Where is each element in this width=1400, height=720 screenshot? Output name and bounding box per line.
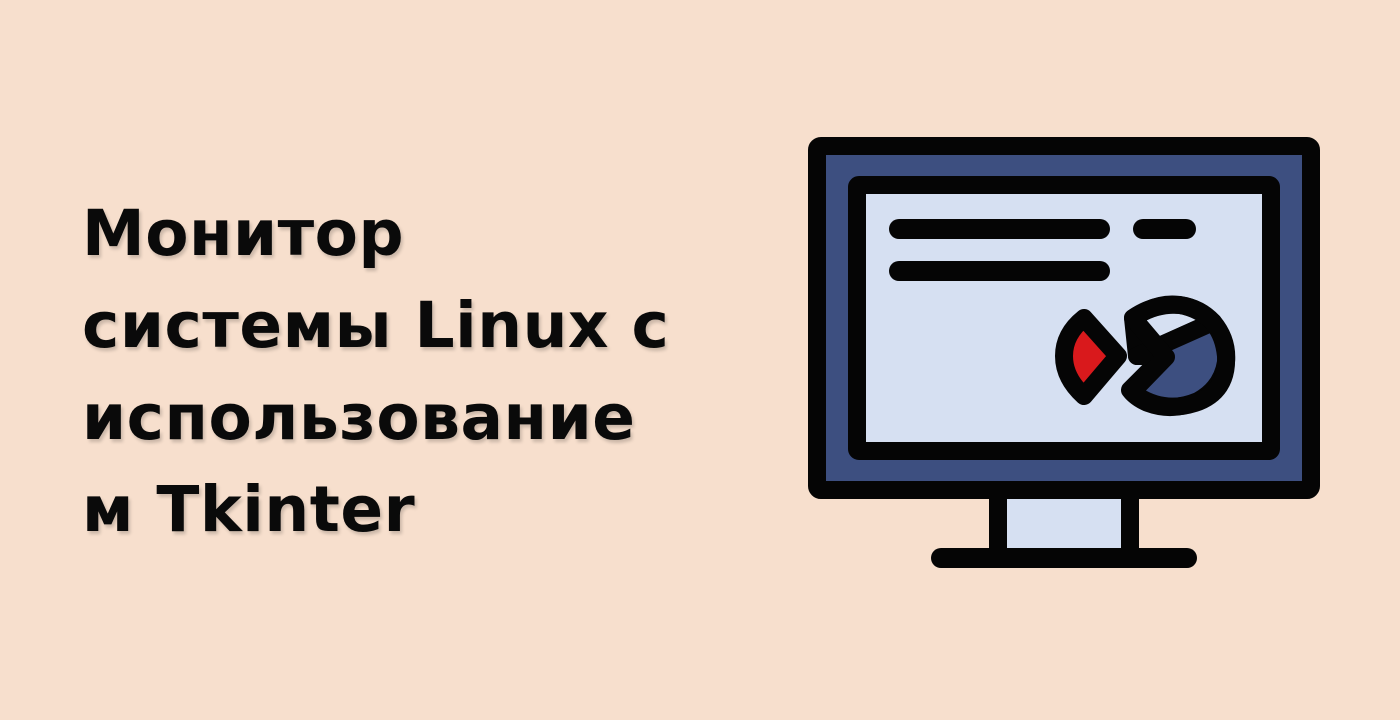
monitor-stand-neck <box>989 481 1139 567</box>
monitor-with-dashboard-icon <box>808 137 1320 568</box>
